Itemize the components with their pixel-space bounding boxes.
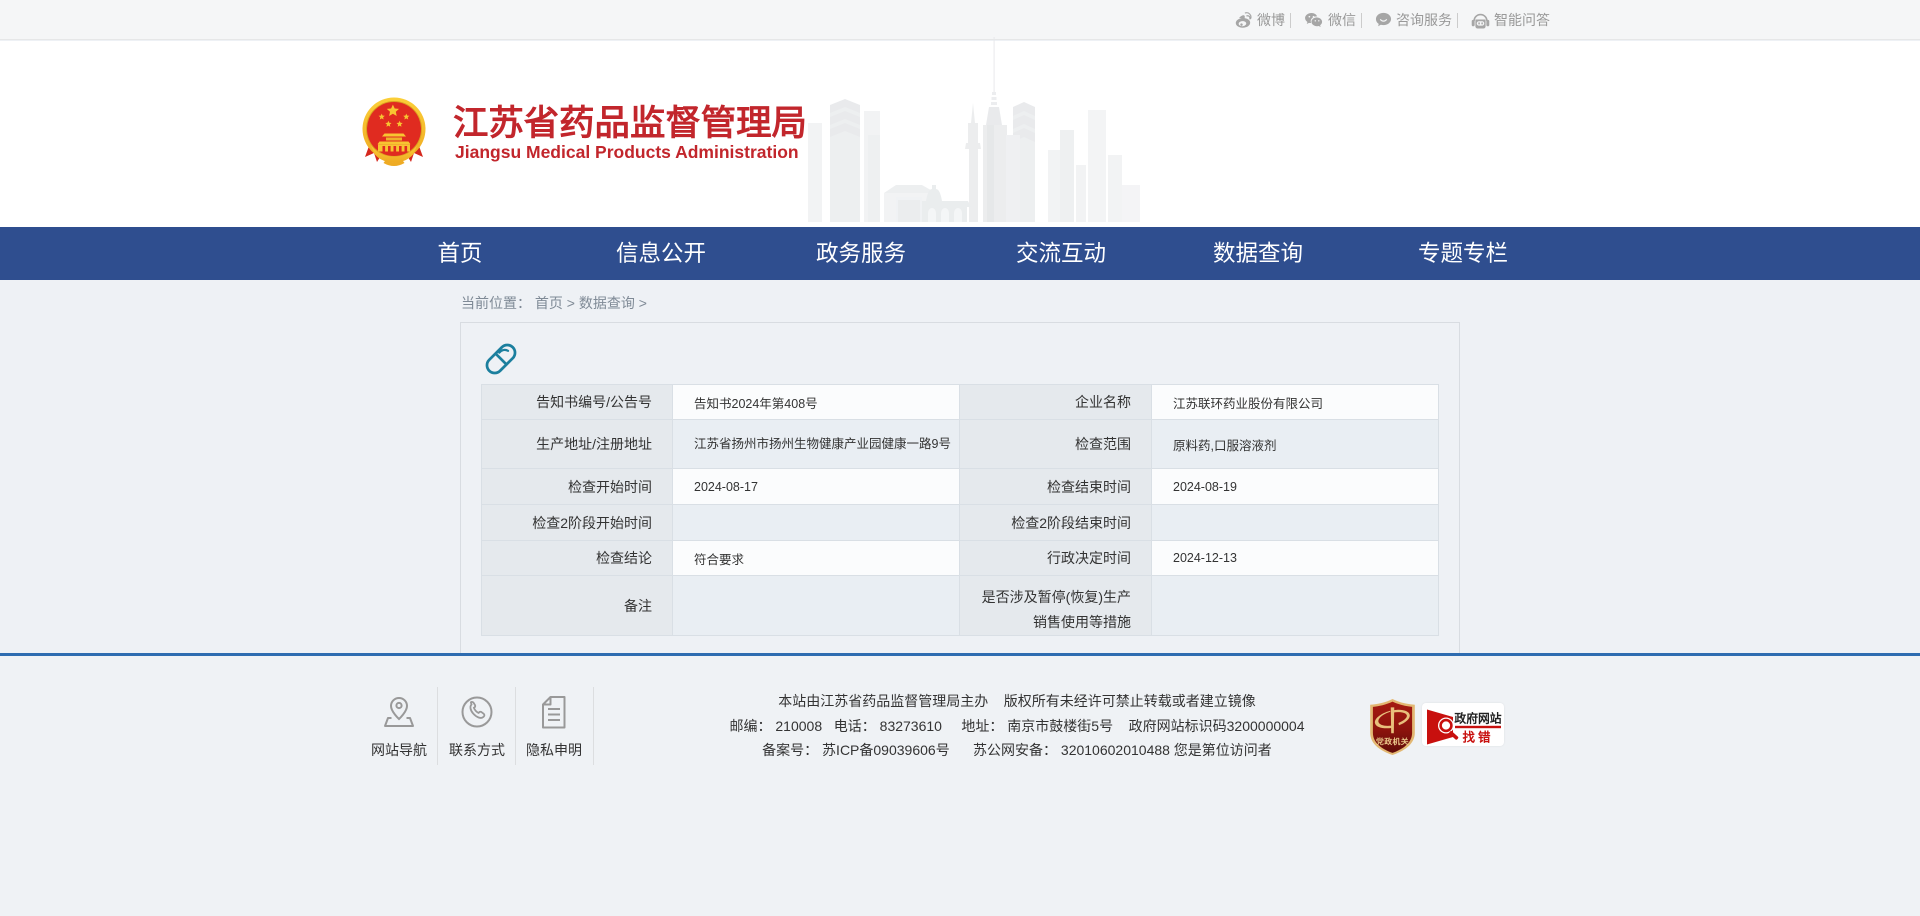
svg-text:找错: 找错 — [1462, 730, 1493, 745]
svg-text:政府网站: 政府网站 — [1454, 712, 1501, 726]
svg-text:党政机关: 党政机关 — [1375, 736, 1409, 746]
